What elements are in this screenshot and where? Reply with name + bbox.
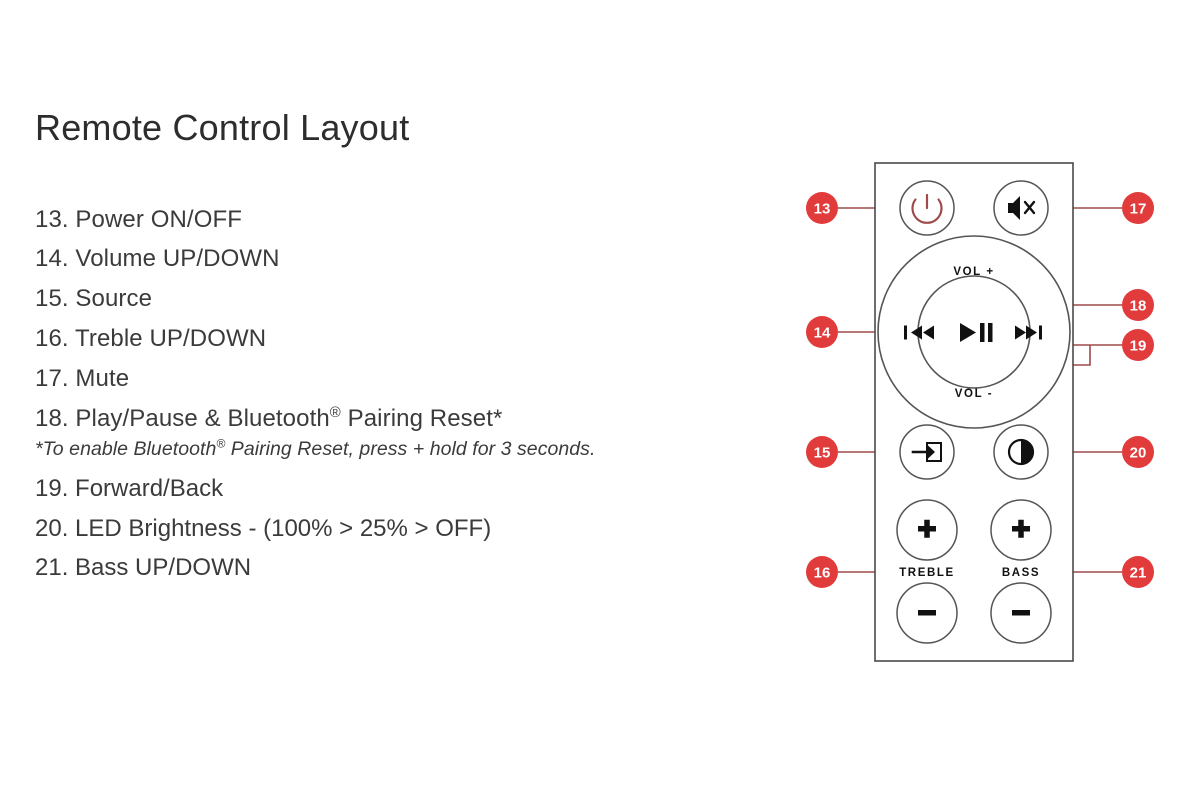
registered-mark: ® [216, 436, 226, 451]
callout-17-label: 17 [1130, 201, 1147, 218]
list-item-18-prefix: 18. Play/Pause & Bluetooth [35, 404, 330, 432]
callout-21-label: 21 [1130, 565, 1147, 582]
bass-down-button[interactable] [990, 582, 1052, 644]
list-item-13: 13. Power ON/OFF [35, 205, 242, 233]
bass-up-button[interactable] [990, 499, 1052, 561]
list-item-15: 15. Source [35, 285, 153, 313]
mute-button-outline [993, 180, 1049, 236]
feature-list: 13. Power ON/OFF 14. Volume UP/DOWN 15. … [35, 200, 765, 439]
remote-control-diagram: VOL + VOL - TREBLE BASS 13 14 15 16 17 1… [780, 140, 1200, 685]
power-button[interactable] [899, 180, 955, 236]
callout-badge-13[interactable]: 13 [806, 192, 838, 224]
list-item-18: 18. Play/Pause & Bluetooth® Pairing Rese… [35, 399, 765, 439]
treble-label: TREBLE [899, 567, 955, 579]
mute-button[interactable] [993, 180, 1049, 236]
led-brightness-button[interactable] [993, 424, 1049, 480]
callout-badge-14[interactable]: 14 [806, 316, 838, 348]
callout-badge-16[interactable]: 16 [806, 556, 838, 588]
list-item-16: 16. Treble UP/DOWN [35, 325, 267, 353]
list-item-17: 17. Mute [35, 364, 130, 392]
callout-14-label: 14 [814, 325, 831, 342]
footnote: *To enable Bluetooth® Pairing Reset, pre… [35, 435, 765, 463]
callout-20-label: 20 [1130, 445, 1147, 462]
callout-badge-15[interactable]: 15 [806, 436, 838, 468]
footnote-suffix: Pairing Reset, press + hold for 3 second… [225, 437, 596, 460]
callout-19-label: 19 [1130, 338, 1147, 355]
vol-down-label: VOL - [955, 388, 993, 400]
list-item-18-suffix: Pairing Reset* [340, 404, 503, 432]
callout-18-label: 18 [1130, 298, 1147, 315]
callout-13-label: 13 [814, 201, 831, 218]
bass-label: BASS [1002, 567, 1040, 579]
source-button[interactable] [899, 424, 955, 480]
callout-badge-17[interactable]: 17 [1122, 192, 1154, 224]
treble-down-button[interactable] [896, 582, 958, 644]
callout-badge-18[interactable]: 18 [1122, 289, 1154, 321]
callout-badge-19[interactable]: 19 [1122, 329, 1154, 361]
list-item-20: 20. LED Brightness - (100% > 25% > OFF) [35, 514, 492, 542]
minus-icon [1012, 610, 1030, 616]
list-item-14: 14. Volume UP/DOWN [35, 245, 280, 273]
callout-15-label: 15 [814, 445, 831, 462]
footnote-prefix: *To enable Bluetooth [35, 437, 217, 460]
content-column: Remote Control Layout 13. Power ON/OFF 1… [35, 108, 765, 588]
list-item-19: 19. Forward/Back [35, 474, 224, 502]
minus-icon [918, 610, 936, 616]
list-item-21: 21. Bass UP/DOWN [35, 554, 252, 582]
page-title: Remote Control Layout [35, 107, 410, 148]
callout-badge-21[interactable]: 21 [1122, 556, 1154, 588]
vol-up-label: VOL + [953, 266, 994, 278]
callout-16-label: 16 [814, 565, 831, 582]
callout-badge-20[interactable]: 20 [1122, 436, 1154, 468]
treble-up-button[interactable] [896, 499, 958, 561]
registered-mark: ® [329, 404, 341, 421]
